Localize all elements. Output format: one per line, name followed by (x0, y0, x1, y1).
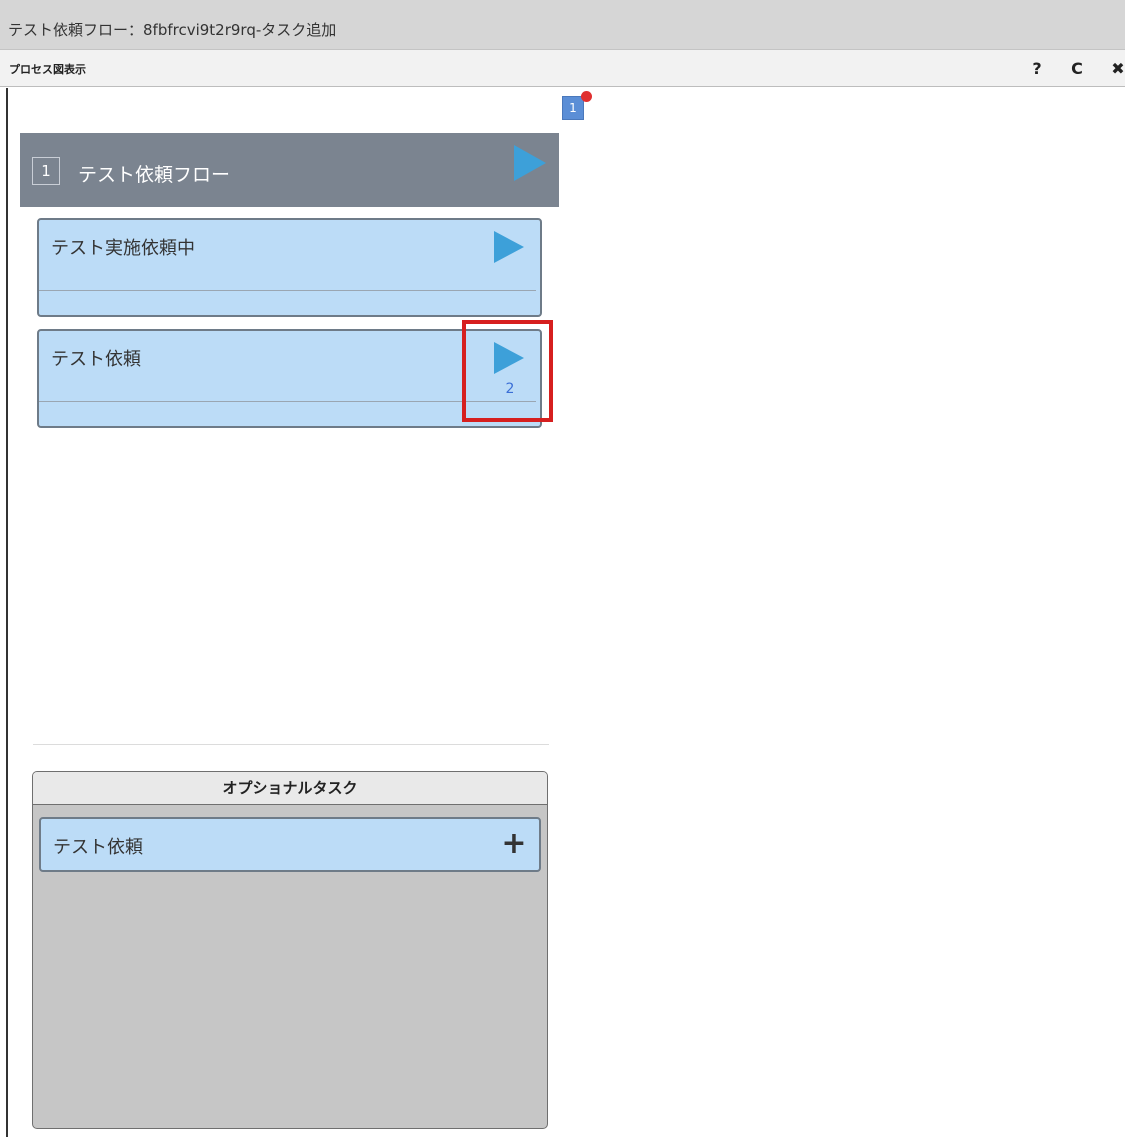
flow-header[interactable]: 1 テスト依頼フロー (20, 133, 559, 207)
notification-dot-icon (581, 91, 592, 102)
optional-task-title: テスト依頼 (53, 837, 143, 858)
close-icon[interactable]: ✖ (1108, 58, 1125, 78)
task-divider (39, 290, 536, 291)
optional-tasks-header: オプショナルタスク (33, 772, 547, 805)
task-card[interactable]: テスト依頼 2 (37, 329, 542, 428)
play-icon[interactable] (494, 231, 524, 263)
task-card[interactable]: テスト実施依頼中 (37, 218, 542, 317)
flow-title: テスト依頼フロー (78, 164, 231, 186)
task-divider (39, 401, 536, 402)
play-icon[interactable] (514, 145, 546, 181)
optional-tasks-panel: オプショナルタスク テスト依頼 + (32, 771, 548, 1129)
task-title: テスト依頼 (51, 349, 141, 370)
badge-count: 1 (569, 101, 577, 115)
plus-icon[interactable]: + (501, 829, 527, 859)
notification-badge[interactable]: 1 (562, 91, 592, 120)
content-left-border (6, 88, 8, 1137)
window-title: テスト依頼フロー：8fbfrcvi9t2r9rq-タスク追加 (8, 21, 337, 39)
task-title: テスト実施依頼中 (51, 238, 195, 259)
refresh-icon[interactable]: C (1067, 58, 1087, 78)
play-icon[interactable] (494, 342, 524, 374)
section-divider (33, 744, 549, 745)
flow-number: 1 (32, 157, 60, 185)
task-count: 2 (505, 381, 515, 397)
process-diagram-label: プロセス図表示 (9, 63, 86, 76)
window-titlebar: テスト依頼フロー：8fbfrcvi9t2r9rq-タスク追加 (0, 0, 1125, 50)
question-mark-icon[interactable]: ? (1027, 58, 1047, 78)
optional-task-item[interactable]: テスト依頼 + (39, 817, 541, 872)
toolbar: プロセス図表示 ? C ✖ (0, 50, 1125, 87)
